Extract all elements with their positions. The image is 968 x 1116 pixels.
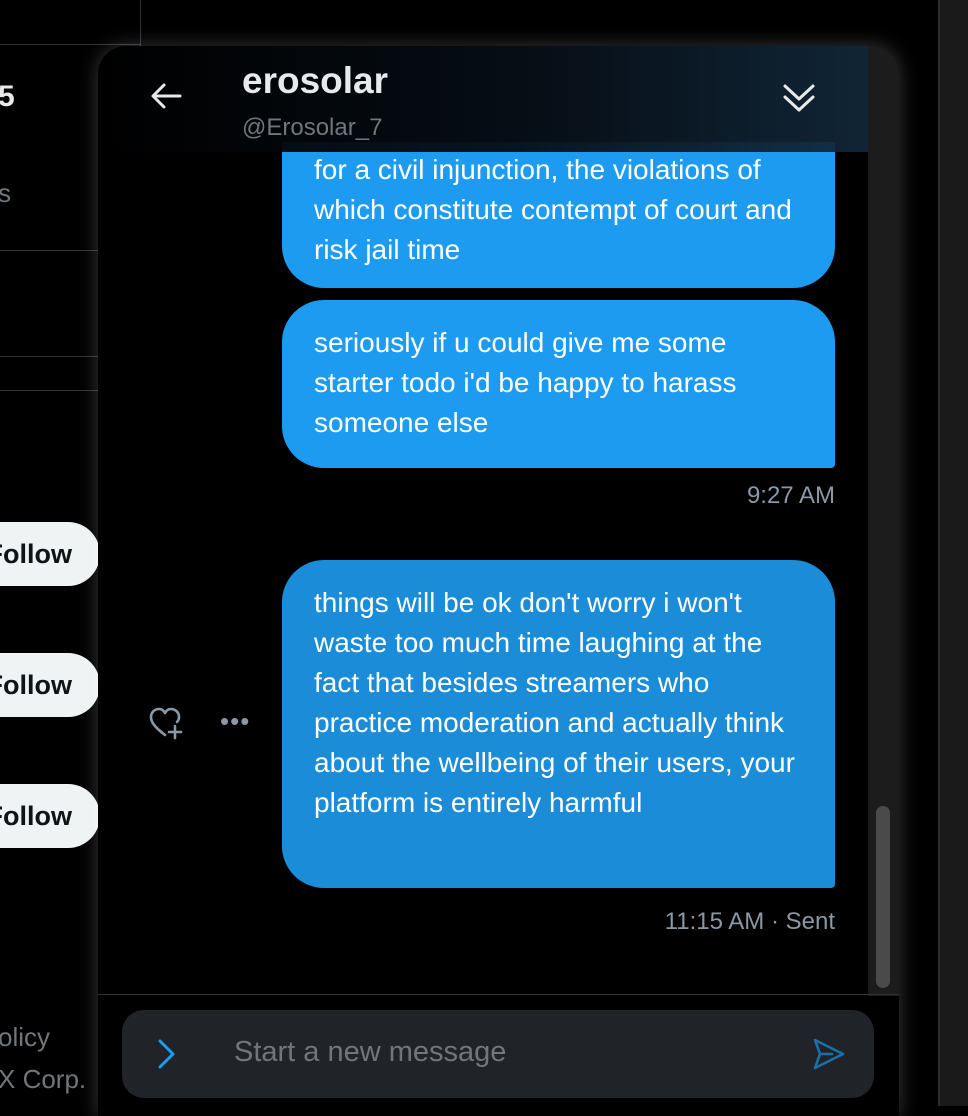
divider [0, 44, 140, 45]
message-composer: Start a new message [122, 1010, 874, 1098]
composer-divider [98, 994, 899, 995]
footer-link-policy[interactable]: olicy [0, 1022, 50, 1053]
back-arrow-icon[interactable] [148, 78, 184, 114]
conversation-scrollbar-thumb[interactable] [876, 806, 890, 988]
follow-button[interactable]: Follow [0, 784, 100, 848]
message-timestamp-status: 11:15 AM · Sent [664, 908, 835, 935]
message-bubble[interactable]: seriously if u could give me some starte… [282, 300, 835, 468]
divider [0, 250, 98, 251]
follow-button[interactable]: Follow [0, 522, 100, 586]
conversation-handle: @Erosolar_7 [242, 114, 383, 141]
divider [0, 390, 98, 391]
message-bubble[interactable]: things will be ok don't worry i won't wa… [282, 560, 835, 888]
conversation-name[interactable]: erosolar [242, 60, 388, 102]
follow-button[interactable]: Follow [0, 653, 100, 717]
dm-panel: for a civil injunction, the violations o… [98, 46, 899, 1116]
page-scrollbar[interactable] [938, 0, 968, 1106]
more-options-icon[interactable]: ••• [220, 706, 250, 737]
divider [938, 0, 940, 1106]
footer-copyright: X Corp. [0, 1064, 87, 1094]
collapse-chevron-icon[interactable] [781, 80, 817, 116]
conversation-header: erosolar @Erosolar_7 [98, 46, 868, 152]
divider [140, 0, 141, 46]
message-bubble[interactable]: for a civil injunction, the violations o… [282, 142, 835, 288]
profile-subtext: s [0, 178, 11, 208]
expand-chevron-icon[interactable] [156, 1038, 178, 1070]
profile-count: 5 [0, 80, 15, 113]
add-reaction-icon[interactable] [148, 706, 184, 740]
message-input[interactable]: Start a new message [234, 1036, 506, 1069]
send-icon[interactable] [810, 1036, 846, 1072]
divider [0, 356, 98, 357]
message-timestamp: 9:27 AM [746, 482, 835, 509]
